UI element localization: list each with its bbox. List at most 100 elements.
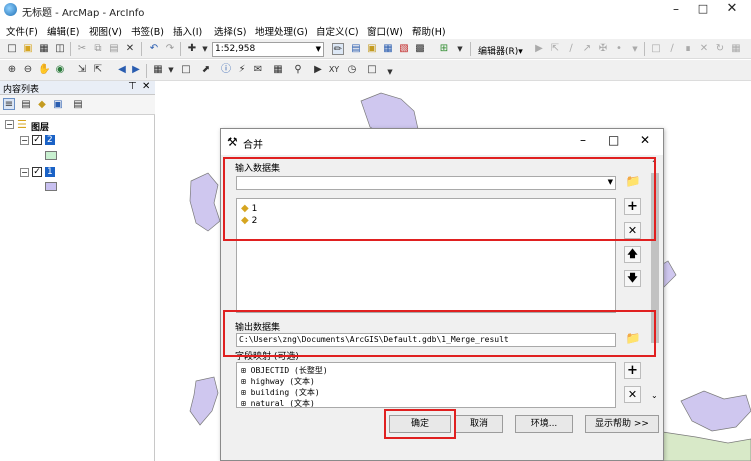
expand-icon[interactable]: ⊞: [241, 366, 246, 375]
copy-icon[interactable]: ⧉: [92, 43, 104, 55]
expand-icon[interactable]: ⊞: [241, 399, 246, 407]
undo-icon[interactable]: ↶: [148, 43, 160, 55]
catalog-icon[interactable]: ▣: [366, 43, 378, 55]
zoom-in-icon[interactable]: ⊕: [6, 64, 18, 76]
clear-selection-icon[interactable]: □: [180, 64, 192, 76]
dialog-close-icon[interactable]: ✕: [640, 133, 650, 147]
expand-icon[interactable]: ⊞: [241, 377, 246, 386]
arctoolbox-icon[interactable]: ▧: [398, 43, 410, 55]
layer-1-symbol[interactable]: [45, 182, 57, 191]
measure-icon[interactable]: ▦: [272, 64, 284, 76]
layer-2-checkbox[interactable]: ✓: [32, 135, 42, 145]
layer-1-name[interactable]: 1: [45, 167, 55, 177]
rotate-icon[interactable]: ↻: [714, 43, 726, 55]
forward-extent-icon[interactable]: ▶: [130, 64, 142, 76]
fixed-zoom-in-icon[interactable]: ⇲: [76, 64, 88, 76]
menu-help[interactable]: 帮助(H): [412, 24, 446, 38]
maximize-icon[interactable]: □: [695, 2, 711, 16]
menu-bookmarks[interactable]: 书签(B): [131, 24, 164, 38]
trace-icon[interactable]: ✠: [597, 43, 609, 55]
redo-icon[interactable]: ↷: [164, 43, 176, 55]
close-icon[interactable]: ✕: [724, 2, 740, 16]
fixed-zoom-out-icon[interactable]: ⇱: [92, 64, 104, 76]
toc-options-icon[interactable]: ▤: [72, 99, 84, 111]
edit-vertices-icon[interactable]: □: [650, 43, 662, 55]
menu-geoprocessing[interactable]: 地理处理(G): [255, 24, 308, 38]
collapse-layer-1-icon[interactable]: −: [20, 168, 29, 177]
scroll-down-icon[interactable]: ⌄: [651, 391, 658, 400]
collapse-layers-icon[interactable]: −: [5, 120, 14, 129]
close-panel-icon[interactable]: ✕: [142, 81, 150, 92]
layer-2-name[interactable]: 2: [45, 135, 55, 145]
collapse-layer-2-icon[interactable]: −: [20, 136, 29, 145]
menu-customize[interactable]: 自定义(C): [316, 24, 359, 38]
layer-1-checkbox[interactable]: ✓: [32, 167, 42, 177]
list-by-source-icon[interactable]: ▤: [20, 99, 32, 111]
full-extent-icon[interactable]: ◉: [54, 64, 66, 76]
open-folder-icon[interactable]: ▣: [22, 43, 34, 55]
save-icon[interactable]: ▦: [38, 43, 50, 55]
list-item[interactable]: ⊞ highway (文本): [241, 376, 315, 387]
menu-insert[interactable]: 插入(I): [173, 24, 202, 38]
reshape-icon[interactable]: ∕: [666, 43, 678, 55]
editor-menu[interactable]: 编辑器(R)▾: [478, 44, 523, 57]
select-elements-icon[interactable]: ⬈: [200, 64, 212, 76]
editor-toolbar-icon[interactable]: ✏: [332, 43, 344, 55]
field-map-list[interactable]: ⊞ OBJECTID (长整型) ⊞ highway (文本) ⊞ buildi…: [236, 362, 616, 408]
menu-view[interactable]: 视图(V): [89, 24, 122, 38]
add-data-icon[interactable]: ✚: [186, 43, 198, 55]
layer-2-symbol[interactable]: [45, 151, 57, 160]
expand-icon[interactable]: ⊞: [241, 388, 246, 397]
edit-tool-icon[interactable]: ▶: [533, 43, 545, 55]
list-item[interactable]: ⊞ building (文本): [241, 387, 320, 398]
menu-file[interactable]: 文件(F): [6, 24, 38, 38]
delete-field-button[interactable]: ✕: [624, 386, 641, 403]
move-up-button[interactable]: 🡅: [624, 246, 641, 263]
show-help-button[interactable]: 显示帮助 >>: [585, 415, 659, 433]
minimize-icon[interactable]: –: [668, 2, 684, 16]
endpoint-arc-icon[interactable]: ↗: [581, 43, 593, 55]
add-field-button[interactable]: +: [624, 362, 641, 379]
list-item[interactable]: ⊞ OBJECTID (长整型): [241, 365, 328, 376]
back-extent-icon[interactable]: ◀: [116, 64, 128, 76]
split-tool-icon[interactable]: ✕: [698, 43, 710, 55]
add-data-dropdown-icon[interactable]: ▼: [199, 43, 211, 55]
hyperlink-icon[interactable]: ⚡: [236, 64, 248, 76]
delete-icon[interactable]: ✕: [124, 43, 136, 55]
environments-button[interactable]: 环境...: [515, 415, 573, 433]
list-by-drawing-order-icon[interactable]: ≡: [3, 98, 15, 110]
identify-icon[interactable]: ⓘ: [220, 64, 232, 76]
list-by-selection-icon[interactable]: ▣: [52, 99, 64, 111]
menu-edit[interactable]: 编辑(E): [47, 24, 79, 38]
pin-icon[interactable]: ⊤: [128, 81, 137, 92]
go-to-xy-icon[interactable]: XY: [328, 64, 340, 76]
find-icon[interactable]: ⚲: [292, 64, 304, 76]
dialog-maximize-icon[interactable]: □: [608, 133, 619, 147]
list-item[interactable]: ⊞ natural (文本): [241, 398, 315, 407]
time-slider-icon[interactable]: ◷: [346, 64, 358, 76]
list-by-visibility-icon[interactable]: ◆: [36, 99, 48, 111]
toolbar-dropdown-icon[interactable]: ▼: [454, 43, 466, 55]
point-icon[interactable]: •: [613, 43, 625, 55]
print-icon[interactable]: ◫: [54, 43, 66, 55]
edit-annotation-icon[interactable]: ⇱: [549, 43, 561, 55]
attributes-icon[interactable]: ▦: [730, 43, 742, 55]
modelbuilder-icon[interactable]: ⊞: [438, 43, 450, 55]
toolbar-options-icon[interactable]: ▼: [384, 66, 396, 78]
select-dropdown-icon[interactable]: ▼: [165, 64, 177, 76]
cancel-button[interactable]: 取消: [455, 415, 503, 433]
search-window-icon[interactable]: ▦: [382, 43, 394, 55]
layers-root-label[interactable]: 图层: [31, 120, 49, 133]
move-down-button[interactable]: 🡇: [624, 270, 641, 287]
python-window-icon[interactable]: ▩: [414, 43, 426, 55]
edit-dropdown-icon[interactable]: ▼: [629, 43, 641, 55]
pan-icon[interactable]: ✋: [38, 64, 50, 76]
map-scale-combo[interactable]: 1:52,958 ▼: [212, 42, 324, 57]
new-document-icon[interactable]: □: [6, 43, 18, 55]
cut-polygon-icon[interactable]: ∎: [682, 43, 694, 55]
dialog-minimize-icon[interactable]: –: [580, 133, 586, 147]
zoom-out-icon[interactable]: ⊖: [22, 64, 34, 76]
create-viewer-window-icon[interactable]: □: [366, 64, 378, 76]
html-popup-icon[interactable]: ✉: [252, 64, 264, 76]
find-route-icon[interactable]: ▶: [312, 64, 324, 76]
